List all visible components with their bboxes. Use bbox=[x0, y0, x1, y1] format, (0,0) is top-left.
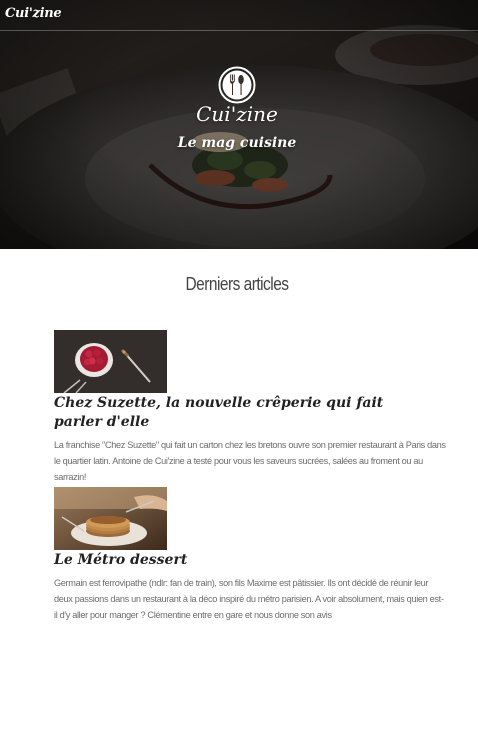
article-title-link[interactable]: Le Métro dessert bbox=[54, 551, 424, 570]
hero-title: Cui'zine bbox=[196, 102, 278, 126]
article-card: Chez Suzette, la nouvelle crêperie qui f… bbox=[54, 330, 446, 485]
article-thumbnail[interactable] bbox=[54, 330, 167, 393]
brand-link[interactable]: Cui'zine bbox=[5, 6, 62, 21]
article-excerpt: La franchise "Chez Suzette" qui fait un … bbox=[54, 440, 446, 482]
hero-subtitle: Le mag cuisine bbox=[177, 135, 297, 151]
fork-spoon-icon bbox=[218, 66, 256, 104]
hero-banner: Cui'zine Cui'zine Le mag cuisine bbox=[0, 0, 478, 249]
article-thumbnail[interactable] bbox=[54, 487, 167, 550]
article-card: Le Métro dessert Germain est ferrovipath… bbox=[54, 487, 444, 623]
top-navbar: Cui'zine bbox=[0, 0, 478, 31]
latest-articles-heading: Derniers articles bbox=[185, 274, 289, 294]
article-title-link[interactable]: Chez Suzette, la nouvelle crêperie qui f… bbox=[54, 394, 424, 432]
article-excerpt: Germain est ferrovipathe (ndlr: fan de t… bbox=[54, 578, 444, 620]
